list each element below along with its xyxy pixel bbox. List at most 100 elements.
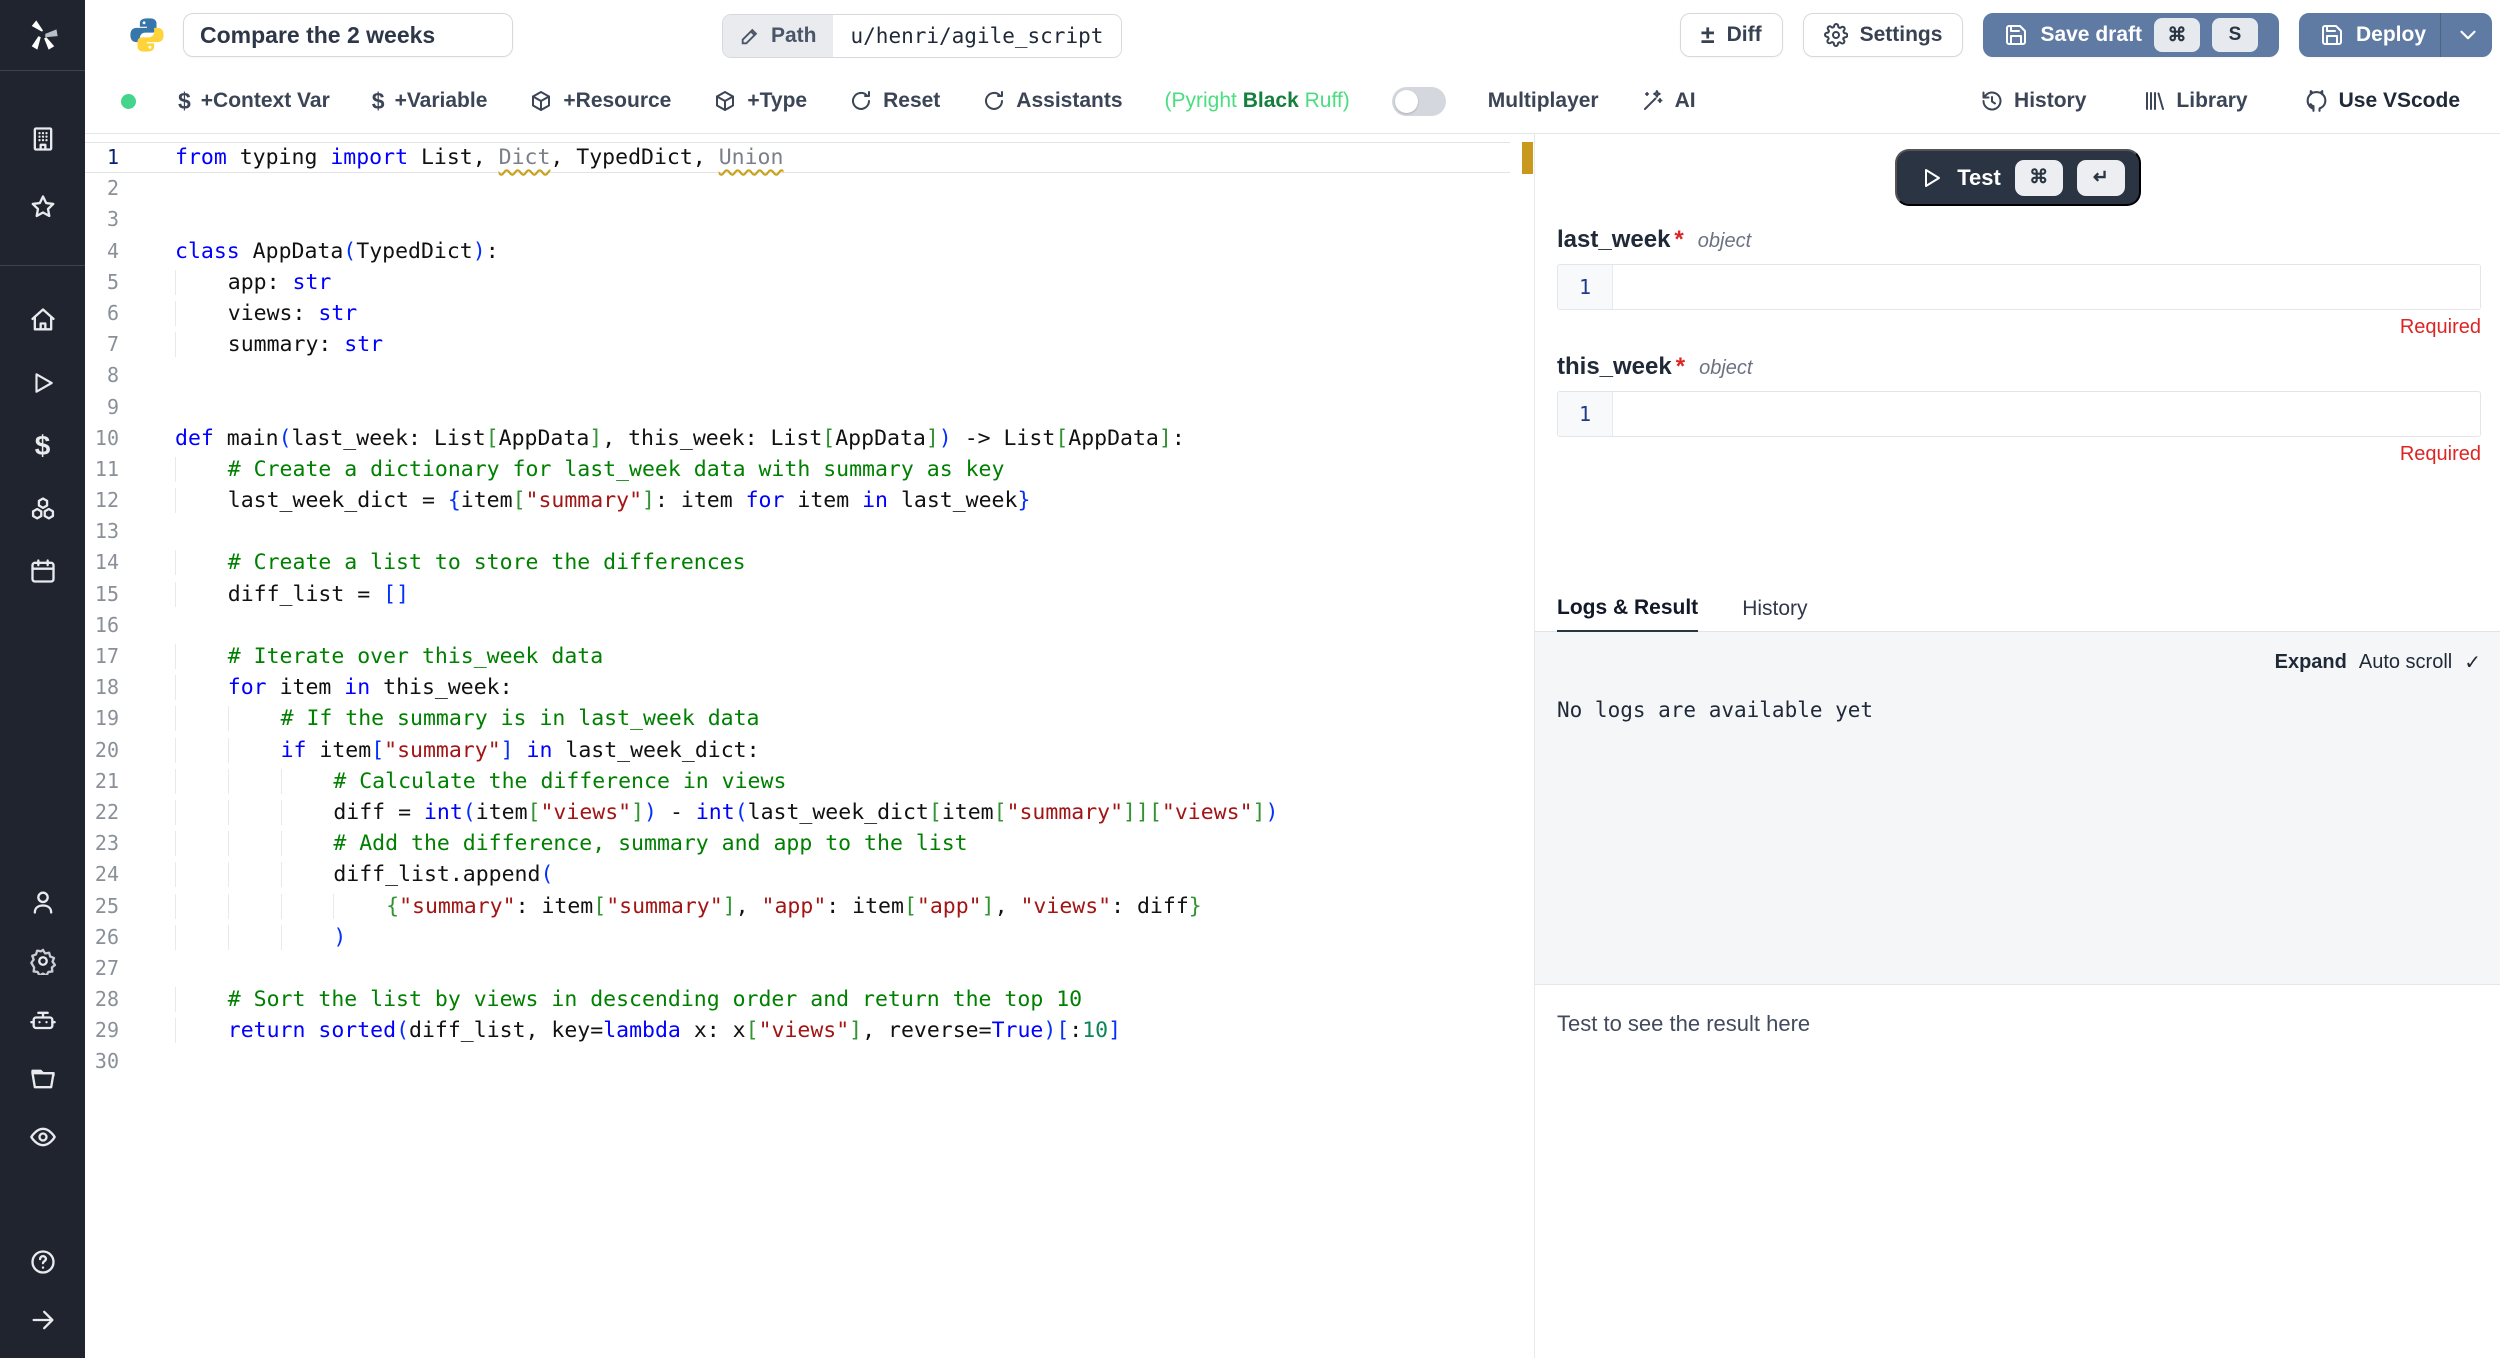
line-number: 18 (85, 672, 119, 703)
line-number: 10 (85, 423, 119, 454)
line-number: 9 (85, 392, 119, 423)
sidebar-item-variables[interactable]: $ (0, 424, 85, 468)
check-icon: ✓ (2464, 650, 2481, 675)
sidebar-divider (0, 265, 85, 266)
script-name: Compare the 2 weeks (200, 22, 435, 49)
sidebar-item-folders[interactable] (0, 1057, 85, 1101)
result-panel: Test to see the result here (1535, 985, 2500, 1358)
code-line: 1from typing import List, Dict, TypedDic… (85, 142, 1510, 173)
code-line: 20 if item["summary"] in last_week_dict: (85, 735, 1510, 766)
editor-overview-ruler (1510, 134, 1534, 1358)
logs-panel: Expand Auto scroll ✓ No logs are availab… (1535, 632, 2500, 985)
line-number: 14 (85, 547, 119, 578)
line-number: 20 (85, 735, 119, 766)
line-number: 16 (85, 610, 119, 641)
sidebar-item-favorites[interactable] (0, 185, 85, 229)
autoscroll-toggle[interactable]: Auto scroll (2359, 651, 2452, 674)
library-button[interactable]: Library (2142, 89, 2247, 113)
line-number: 15 (85, 579, 119, 610)
assistants-button[interactable]: Assistants (982, 89, 1122, 113)
line-number: 30 (85, 1046, 119, 1077)
code-line: 11 # Create a dictionary for last_week d… (85, 454, 1510, 485)
line-number: 4 (85, 236, 119, 267)
arg-type: object (1699, 357, 1752, 380)
line-number: 28 (85, 984, 119, 1015)
assistants-languages: (Pyright Black Ruff) (1165, 89, 1350, 113)
line-number: 3 (85, 204, 119, 235)
code-line: 26 ) (85, 922, 1510, 953)
line-content: diff_list.append( (119, 859, 553, 890)
warning-marker (1522, 142, 1533, 174)
star-icon (29, 193, 57, 221)
expand-button[interactable]: Expand (2275, 651, 2347, 674)
save-draft-button[interactable]: Save draft ⌘ S (1983, 13, 2279, 57)
ai-button[interactable]: AI (1641, 89, 1696, 113)
line-content: diff = int(item["views"]) - int(last_wee… (119, 797, 1278, 828)
line-content: # Calculate the difference in views (119, 766, 786, 797)
sidebar-item-audit[interactable] (0, 1115, 85, 1159)
required-asterisk: * (1674, 226, 1683, 254)
sidebar-item-runs[interactable] (0, 361, 85, 405)
arrow-right-icon (29, 1306, 57, 1334)
line-number: 1 (1558, 265, 1613, 309)
refresh-icon (982, 89, 1006, 113)
input-area[interactable] (1613, 265, 2480, 309)
sidebar-item-schedules[interactable] (0, 549, 85, 593)
result-placeholder: Test to see the result here (1535, 985, 2500, 1037)
line-content (119, 173, 175, 204)
reset-button[interactable]: Reset (849, 89, 940, 113)
diff-button[interactable]: ± Diff (1680, 13, 1783, 57)
code-line: 29 return sorted(diff_list, key=lambda x… (85, 1015, 1510, 1046)
add-resource-button[interactable]: +Resource (529, 89, 671, 113)
tab-history[interactable]: History (1742, 597, 1807, 631)
windmill-logo-icon[interactable] (0, 12, 85, 58)
line-number: 17 (85, 641, 119, 672)
sidebar-item-settings[interactable] (0, 939, 85, 983)
history-button[interactable]: History (1980, 89, 2086, 113)
building-icon (29, 125, 57, 153)
deploy-button[interactable]: Deploy (2299, 13, 2492, 57)
code-line: 8 (85, 360, 1510, 391)
tab-logs-result[interactable]: Logs & Result (1557, 596, 1698, 633)
test-button[interactable]: Test ⌘ ↵ (1895, 149, 2141, 206)
sidebar-item-workers[interactable] (0, 999, 85, 1043)
arg-json-input[interactable]: 1 (1557, 391, 2481, 437)
path-editor[interactable]: Path u/henri/agile_script (722, 14, 1122, 58)
code-line: 9 (85, 392, 1510, 423)
multiplayer-toggle[interactable] (1392, 87, 1446, 116)
path-badge[interactable]: Path (723, 15, 833, 57)
code-editor[interactable]: 1from typing import List, Dict, TypedDic… (85, 134, 1511, 1358)
line-content: ) (119, 922, 346, 953)
code-line: 19 # If the summary is in last_week data (85, 703, 1510, 734)
sidebar-item-help[interactable] (0, 1240, 85, 1284)
sidebar-item-home[interactable] (0, 298, 85, 342)
add-variable-button[interactable]: $ +Variable (372, 88, 488, 115)
status-dot (121, 94, 136, 109)
code-line: 4class AppData(TypedDict): (85, 236, 1510, 267)
code-line: 21 # Calculate the difference in views (85, 766, 1510, 797)
line-content: return sorted(diff_list, key=lambda x: x… (119, 1015, 1121, 1046)
add-type-button[interactable]: +Type (713, 89, 807, 113)
save-icon (2004, 23, 2028, 47)
line-number: 26 (85, 922, 119, 953)
sidebar-item-resources[interactable] (0, 487, 85, 531)
line-number: 5 (85, 267, 119, 298)
toggle-knob (1395, 90, 1418, 113)
run-panel: Test ⌘ ↵ last_week * object 1 Required (1534, 134, 2500, 1358)
command-key-badge: ⌘ (2015, 160, 2063, 196)
sidebar-item-users[interactable] (0, 880, 85, 924)
use-vscode-button[interactable]: Use VScode (2304, 89, 2460, 114)
arg-json-input[interactable]: 1 (1557, 264, 2481, 310)
sidebar-collapse-button[interactable] (0, 1298, 85, 1342)
line-content: from typing import List, Dict, TypedDict… (119, 142, 783, 173)
line-content (119, 516, 175, 547)
enter-key-badge: ↵ (2077, 160, 2125, 196)
diff-label: Diff (1727, 23, 1762, 47)
settings-button[interactable]: Settings (1803, 13, 1964, 57)
sidebar-item-workspace[interactable] (0, 117, 85, 161)
input-area[interactable] (1613, 392, 2480, 436)
script-name-input[interactable]: Compare the 2 weeks (183, 13, 513, 57)
gear-icon (1824, 23, 1848, 47)
dollar-icon: $ (178, 88, 191, 115)
add-context-var-button[interactable]: $ +Context Var (178, 88, 330, 115)
